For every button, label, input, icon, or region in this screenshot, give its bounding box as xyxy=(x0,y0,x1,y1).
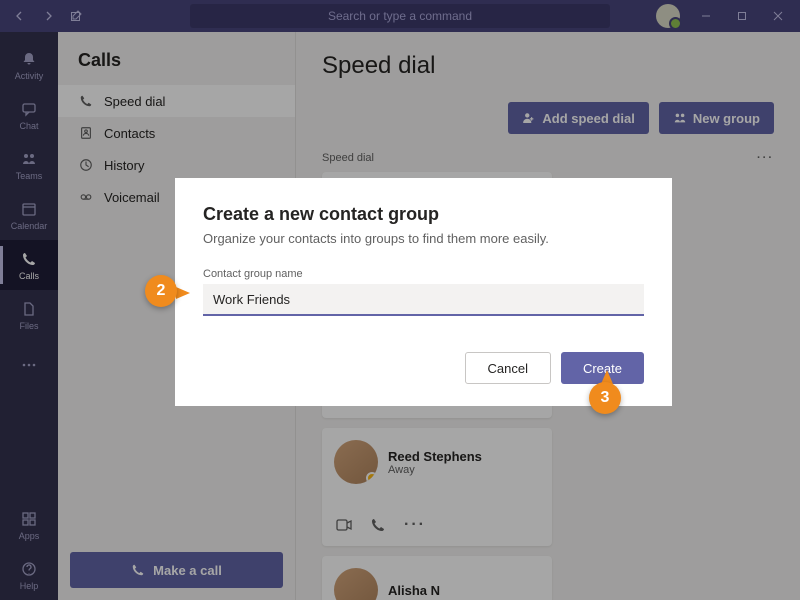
create-group-modal: Create a new contact group Organize your… xyxy=(175,178,672,406)
modal-subtitle: Organize your contacts into groups to fi… xyxy=(203,231,644,246)
button-label: Cancel xyxy=(488,361,528,376)
callout-badge-3: 3 xyxy=(589,382,621,414)
group-name-input[interactable] xyxy=(203,284,644,316)
callout-badge-2: 2 xyxy=(145,275,177,307)
cancel-button[interactable]: Cancel xyxy=(465,352,551,384)
modal-title: Create a new contact group xyxy=(203,204,644,225)
modal-actions: Cancel Create xyxy=(203,352,644,384)
callout-pointer xyxy=(176,287,190,299)
field-label: Contact group name xyxy=(203,268,644,280)
